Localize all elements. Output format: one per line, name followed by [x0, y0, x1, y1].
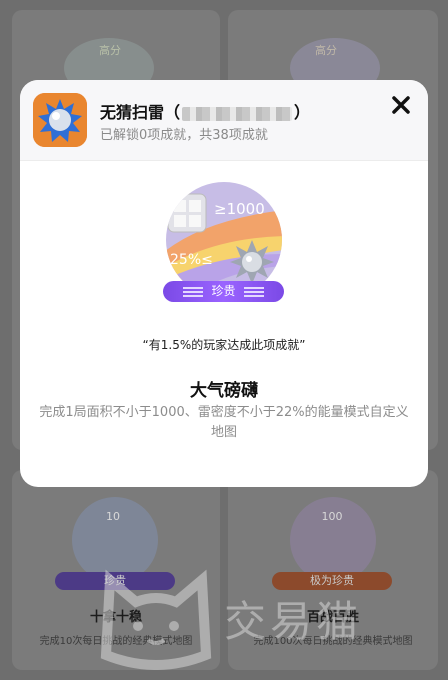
title-open-paren: （: [164, 103, 181, 122]
close-button[interactable]: [388, 92, 414, 118]
game-app-icon: [33, 93, 87, 147]
achievement-description: 完成1局面积不小于1000、雷密度不小于22%的能量模式自定义地图: [39, 405, 409, 440]
badge-number: 10: [106, 510, 120, 523]
watermark: 交易猫: [96, 560, 426, 670]
redacted-account: [182, 106, 293, 121]
game-title-text: 无猜扫雷: [100, 103, 165, 122]
modal-header: 无猜扫雷（ ） 已解锁0项成就，共38项成就: [20, 80, 428, 161]
badge-label: 高分: [99, 44, 121, 57]
badge-text-top: ≥1000: [214, 200, 265, 218]
decor-lines-icon: [243, 286, 264, 297]
watermark-text: 交易猫: [224, 597, 363, 646]
unlock-status: 已解锁0项成就，共38项成就: [100, 128, 268, 143]
achievement-name: 大气磅礴: [190, 381, 258, 401]
title-close-paren: ）: [294, 103, 311, 122]
badge-label: 高分: [315, 44, 337, 57]
rarity-pill: 珍贵: [163, 281, 284, 302]
close-icon: [392, 96, 410, 114]
cat-logo-icon: [100, 569, 212, 670]
game-title: 无猜扫雷（ ）: [100, 99, 310, 123]
rarity-label: 珍贵: [211, 284, 236, 298]
achievement-modal: 无猜扫雷（ ） 已解锁0项成就，共38项成就 ≥1000 25%≤ 珍贵 “有1.…: [20, 80, 428, 487]
player-percentage: “有1.5%的玩家达成此项成就”: [142, 338, 306, 352]
badge-number: 100: [321, 510, 343, 523]
badge-text-bottom: 25%≤: [170, 252, 213, 268]
decor-lines-icon: [183, 286, 204, 297]
